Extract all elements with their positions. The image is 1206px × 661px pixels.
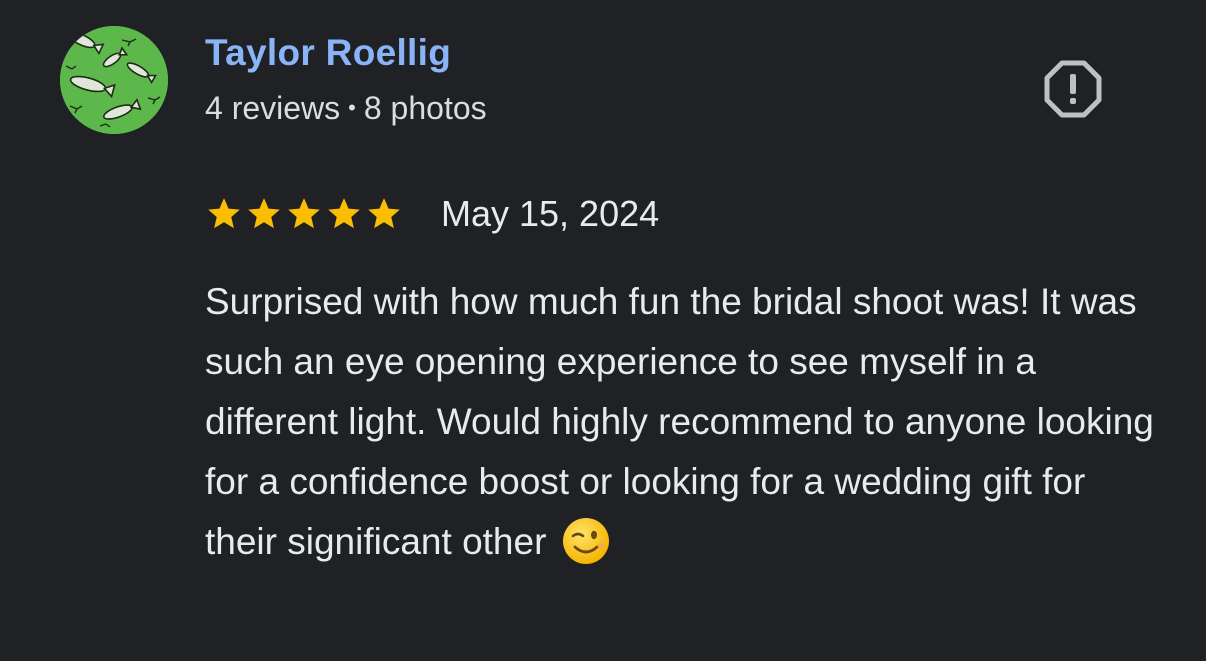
report-button[interactable] bbox=[1042, 58, 1104, 120]
star-rating bbox=[205, 195, 403, 233]
rating-row: May 15, 2024 bbox=[205, 190, 659, 238]
star-icon bbox=[208, 198, 240, 229]
fish-pattern-icon bbox=[60, 26, 168, 134]
avatar[interactable] bbox=[60, 26, 168, 134]
review-date: May 15, 2024 bbox=[441, 193, 660, 234]
star-icon bbox=[328, 198, 360, 229]
photo-count: 8 photos bbox=[363, 90, 487, 126]
separator-dot: • bbox=[348, 95, 356, 120]
review-count: 4 reviews bbox=[205, 90, 341, 126]
report-octagon-icon bbox=[1044, 60, 1102, 118]
winking-face-emoji-icon bbox=[562, 518, 609, 564]
review-body: Surprised with how much fun the bridal s… bbox=[205, 272, 1165, 572]
author-stats: 4 reviews • 8 photos bbox=[205, 90, 487, 127]
author-name[interactable]: Taylor Roellig bbox=[205, 32, 451, 74]
star-icon bbox=[248, 198, 280, 229]
review-text: Surprised with how much fun the bridal s… bbox=[205, 281, 1154, 562]
star-icon bbox=[368, 198, 400, 229]
star-icon bbox=[288, 198, 320, 229]
